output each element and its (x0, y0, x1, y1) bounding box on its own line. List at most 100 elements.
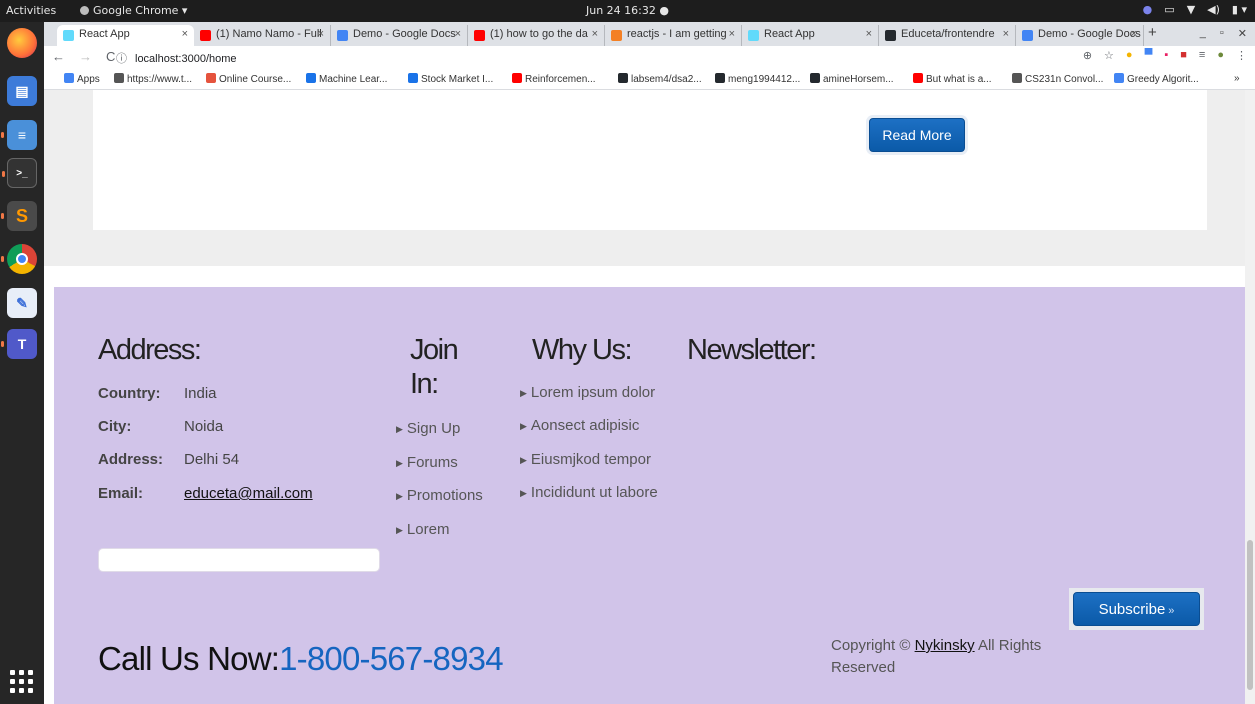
join-link[interactable]: ▶ Lorem (396, 521, 449, 538)
bookmark-item[interactable]: But what is a... (913, 73, 992, 85)
bookmark-favicon-icon (810, 73, 820, 83)
restore-icon[interactable]: ▫ (1220, 27, 1224, 40)
zoom-icon[interactable]: ⊕ (1083, 49, 1092, 62)
call-us-label: Call Us Now: (98, 640, 280, 677)
bookmark-favicon-icon (715, 73, 725, 83)
notes-icon[interactable]: ✎ (7, 288, 37, 318)
bookmark-item[interactable]: Stock Market I... (408, 73, 493, 85)
phone-number[interactable]: 1-800-567-8934 (279, 640, 503, 677)
browser-tab[interactable]: (1) Namo Namo - Full × (194, 25, 331, 46)
join-link-label: Lorem (406, 521, 450, 538)
tab-title: Educeta/frontendre (901, 28, 995, 40)
triangle-right-icon: ▶ (520, 455, 527, 465)
battery-icon[interactable]: ▮ ▾ (1232, 3, 1247, 16)
join-link[interactable]: ▶ Sign Up (396, 420, 460, 437)
show-applications-icon[interactable] (10, 670, 34, 694)
join-title-line1: Join (410, 334, 459, 366)
bookmark-item[interactable]: Reinforcemen... (512, 73, 596, 85)
new-tab-button[interactable]: + (1148, 24, 1157, 41)
close-tab-icon[interactable]: × (866, 28, 872, 40)
close-tab-icon[interactable]: × (592, 28, 598, 40)
browser-tab[interactable]: React App × (742, 25, 879, 46)
volume-icon[interactable]: ◀) (1207, 3, 1220, 16)
back-icon[interactable]: ← (52, 49, 65, 64)
bookmark-item[interactable]: CS231n Convol... (1012, 73, 1103, 85)
text-editor-icon[interactable]: ≡ (1, 120, 37, 150)
bookmark-item[interactable]: Machine Lear... (306, 73, 387, 85)
call-us: Call Us Now:1-800-567-8934 (98, 640, 504, 678)
close-tab-icon[interactable]: × (455, 28, 461, 40)
why-us-link[interactable]: ▶ Eiusmjkod tempor (520, 451, 651, 468)
reload-icon[interactable]: C (106, 49, 115, 64)
terminal-icon[interactable]: >_ (2, 158, 37, 188)
bookmark-item[interactable]: Online Course... (206, 73, 291, 85)
extension-icon[interactable]: ■ (1180, 49, 1187, 62)
why-us-link[interactable]: ▶ Lorem ipsum dolor (520, 384, 655, 401)
close-window-icon[interactable]: ✕ (1238, 27, 1247, 40)
bookmark-label: labsem4/dsa2... (631, 74, 702, 85)
close-tab-icon[interactable]: × (1131, 28, 1137, 40)
reading-list-icon[interactable]: ≡ (1199, 49, 1205, 62)
extension-icon[interactable]: ▀ (1145, 49, 1153, 62)
address-value: Noida (184, 418, 224, 435)
bookmark-item[interactable]: https://www.t... (114, 73, 192, 85)
browser-tab[interactable]: reactjs - I am getting × (605, 25, 742, 46)
browser-tab[interactable]: (1) how to go the da × (468, 25, 605, 46)
browser-tab[interactable]: Demo - Google Docs × (331, 25, 468, 46)
join-link[interactable]: ▶ Promotions (396, 487, 483, 504)
why-us-link[interactable]: ▶ Aonsect adipisic (520, 417, 639, 434)
browser-tab[interactable]: Demo - Google Docs × (1016, 25, 1144, 46)
extension-icon[interactable]: ▪ (1164, 49, 1168, 62)
teams-icon[interactable]: T (1, 329, 37, 359)
sublime-text-icon[interactable]: S (1, 201, 37, 231)
address-row: Country: India (98, 385, 217, 402)
app-menu[interactable]: Google Chrome ▾ (80, 4, 187, 17)
profile-avatar[interactable]: ● (1217, 49, 1224, 62)
scrollbar-thumb[interactable] (1247, 540, 1253, 690)
why-us-link-label: Eiusmjkod tempor (530, 451, 651, 468)
bookmark-favicon-icon (618, 73, 628, 83)
menu-icon[interactable]: ⋮ (1236, 49, 1247, 62)
join-link-label: Forums (406, 454, 458, 471)
subscribe-button[interactable]: Subscribe» (1073, 592, 1200, 626)
bookmark-item[interactable]: meng1994412... (715, 73, 800, 85)
bookmark-star-icon[interactable]: ☆ (1104, 49, 1114, 62)
teams-tray-icon[interactable]: ● (1143, 3, 1153, 16)
newsletter-email-input[interactable] (98, 548, 380, 572)
activities-button[interactable]: Activities (6, 4, 56, 17)
bookmark-item[interactable]: labsem4/dsa2... (618, 73, 702, 85)
chrome-dock-icon[interactable] (1, 244, 37, 274)
page-scrollbar[interactable] (1245, 90, 1255, 704)
read-more-button[interactable]: Read More (869, 118, 965, 152)
close-tab-icon[interactable]: × (729, 28, 735, 40)
bookmark-item[interactable]: amineHorsem... (810, 73, 894, 85)
tab-title: (1) Namo Namo - Full (216, 28, 322, 40)
tab-favicon-icon (200, 30, 211, 41)
clock[interactable]: Jun 24 16:32 ● (0, 4, 1255, 17)
bookmark-favicon-icon (306, 73, 316, 83)
join-link[interactable]: ▶ Forums (396, 454, 458, 471)
browser-tab[interactable]: Educeta/frontendre × (879, 25, 1016, 46)
screen-icon[interactable]: ▭ (1164, 3, 1174, 16)
close-tab-icon[interactable]: × (1003, 28, 1009, 40)
address-bar[interactable]: ⓘ localhost:3000/home (116, 48, 1166, 66)
document-viewer-icon[interactable]: ▤ (7, 76, 37, 106)
minimize-icon[interactable]: _ (1200, 27, 1206, 40)
wifi-icon[interactable]: ▼ (1187, 3, 1195, 16)
site-info-icon[interactable]: ⓘ (116, 53, 127, 65)
close-tab-icon[interactable]: × (318, 28, 324, 40)
email-link[interactable]: educeta@mail.com (184, 485, 313, 502)
tab-favicon-icon (63, 30, 74, 41)
bookmarks-overflow-button[interactable]: » (1234, 73, 1240, 84)
bookmark-item[interactable]: Apps (64, 73, 100, 85)
forward-icon[interactable]: → (79, 49, 92, 64)
firefox-icon[interactable] (7, 28, 37, 58)
copyright-link[interactable]: Nykinsky (915, 637, 975, 654)
close-tab-icon[interactable]: × (182, 28, 188, 40)
browser-tab[interactable]: React App × (57, 25, 194, 46)
why-us-link[interactable]: ▶ Incididunt ut labore (520, 484, 658, 501)
window-controls: _ ▫ ✕ (1200, 27, 1247, 40)
system-tray[interactable]: ● ▭ ▼ ◀) ▮ ▾ (1143, 3, 1247, 16)
bookmark-item[interactable]: Greedy Algorit... (1114, 73, 1199, 85)
extension-icon[interactable]: ● (1126, 49, 1133, 62)
